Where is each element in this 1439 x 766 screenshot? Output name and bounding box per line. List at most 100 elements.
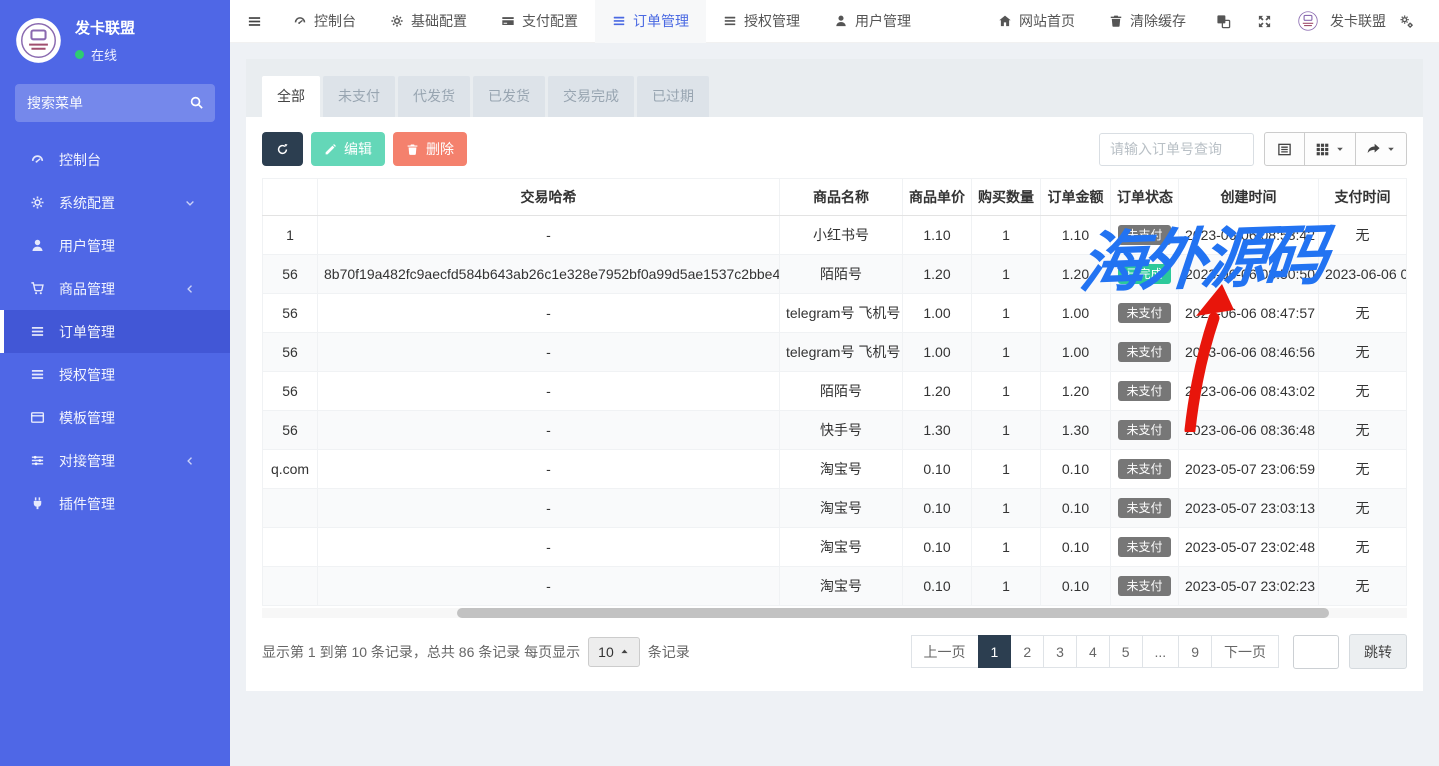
- hamburger-icon[interactable]: [230, 14, 276, 29]
- status-tab[interactable]: 已发货: [473, 76, 545, 117]
- topnav-item[interactable]: 用户管理: [817, 0, 928, 43]
- sidebar-item[interactable]: 插件管理: [0, 482, 230, 525]
- tx-hash-cell: 8b70f19a482fc9aecfd584b643ab26c1e328e795…: [318, 255, 780, 294]
- sidebar-item[interactable]: 对接管理: [0, 439, 230, 482]
- delete-button[interactable]: 删除: [393, 132, 467, 166]
- sidebar-item[interactable]: 模板管理: [0, 396, 230, 439]
- sidebar-search-input[interactable]: [15, 84, 215, 122]
- topnav-item[interactable]: 控制台: [276, 0, 373, 43]
- jump-button[interactable]: 跳转: [1349, 634, 1407, 669]
- sidebar-item-icon: [28, 324, 46, 339]
- clear-cache-button[interactable]: 清除缓存: [1092, 0, 1203, 43]
- page-number-button[interactable]: 3: [1043, 635, 1077, 668]
- topnav-item-icon: [723, 14, 737, 28]
- status-tab[interactable]: 已过期: [637, 76, 709, 117]
- table-row[interactable]: 56 - 陌陌号 1.20 1 1.20 未支付 2023-06-06 08:4…: [263, 372, 1407, 411]
- table-row[interactable]: q.com - 淘宝号 0.10 1 0.10 未支付 2023-05-07 2…: [263, 450, 1407, 489]
- table-header-cell[interactable]: 订单金额: [1041, 179, 1111, 216]
- view-button-group: [1264, 132, 1407, 166]
- sidebar-item[interactable]: 商品管理: [0, 267, 230, 310]
- site-home-link[interactable]: 网站首页: [981, 0, 1092, 43]
- translate-icon[interactable]: [1203, 0, 1244, 43]
- status-tab[interactable]: 代发货: [398, 76, 470, 117]
- status-tabs: 全部 未支付 代发货 已发货 交易完成: [246, 59, 1423, 117]
- username[interactable]: 发卡联盟: [1330, 11, 1386, 31]
- status-tab[interactable]: 交易完成: [548, 76, 634, 117]
- export-button[interactable]: [1355, 132, 1407, 166]
- sidebar-item[interactable]: 控制台: [0, 138, 230, 181]
- unit-price-cell: 1.10: [903, 216, 972, 255]
- prev-page-button[interactable]: 上一页: [911, 635, 979, 668]
- table-row[interactable]: 1 - 小红书号 1.10 1 1.10 未支付 2023-06-06 08:5…: [263, 216, 1407, 255]
- horizontal-scrollbar-thumb[interactable]: [457, 608, 1329, 618]
- per-page-select[interactable]: 10: [588, 637, 640, 667]
- table-row[interactable]: 56 - telegram号 飞机号 1.00 1 1.00 未支付 2023-…: [263, 294, 1407, 333]
- status-cell: 未支付: [1111, 216, 1179, 255]
- edit-button[interactable]: 编辑: [311, 132, 385, 166]
- table-header-cell[interactable]: 购买数量: [972, 179, 1041, 216]
- page-number-button[interactable]: ...: [1142, 635, 1180, 668]
- order-no-cell: q.com: [263, 450, 318, 489]
- table-header-cell[interactable]: 支付时间: [1319, 179, 1407, 216]
- table-header-cell[interactable]: 创建时间: [1179, 179, 1319, 216]
- jump-page-input[interactable]: [1293, 635, 1339, 669]
- fullscreen-icon[interactable]: [1244, 0, 1285, 43]
- table-header-cell[interactable]: 商品单价: [903, 179, 972, 216]
- product-name-cell: 淘宝号: [780, 489, 903, 528]
- topnav-item-icon: [612, 14, 626, 28]
- columns-button[interactable]: [1304, 132, 1356, 166]
- gears-settings-icon[interactable]: [1386, 0, 1427, 43]
- amount-cell: 1.00: [1041, 333, 1111, 372]
- unit-price-cell: 0.10: [903, 489, 972, 528]
- next-page-button[interactable]: 下一页: [1211, 635, 1279, 668]
- refresh-button[interactable]: [262, 132, 303, 166]
- table-row[interactable]: - 淘宝号 0.10 1 0.10 未支付 2023-05-07 23:02:2…: [263, 567, 1407, 606]
- sidebar-item-label: 商品管理: [59, 279, 115, 299]
- page-number-button[interactable]: 2: [1010, 635, 1044, 668]
- page-number-button[interactable]: 1: [978, 635, 1012, 668]
- user-avatar[interactable]: [1295, 8, 1321, 34]
- table-row[interactable]: 56 - telegram号 飞机号 1.00 1 1.00 未支付 2023-…: [263, 333, 1407, 372]
- status-cell: 已完成: [1111, 255, 1179, 294]
- page-number-button[interactable]: 4: [1076, 635, 1110, 668]
- topnav-item[interactable]: 基础配置: [373, 0, 484, 43]
- sidebar-item-label: 控制台: [59, 150, 101, 170]
- topnav-item-icon: [501, 14, 515, 28]
- page-number-button[interactable]: 9: [1178, 635, 1212, 668]
- unit-price-cell: 1.00: [903, 333, 972, 372]
- table-row[interactable]: 56 8b70f19a482fc9aecfd584b643ab26c1e328e…: [263, 255, 1407, 294]
- paid-time-cell: 无: [1319, 567, 1407, 606]
- status-tab[interactable]: 未支付: [323, 76, 395, 117]
- table-row[interactable]: - 淘宝号 0.10 1 0.10 未支付 2023-05-07 23:02:4…: [263, 528, 1407, 567]
- table-row[interactable]: 56 - 快手号 1.30 1 1.30 未支付 2023-06-06 08:3…: [263, 411, 1407, 450]
- order-search-input[interactable]: [1099, 133, 1254, 166]
- page-number-button[interactable]: 5: [1109, 635, 1143, 668]
- sidebar-item[interactable]: 订单管理: [0, 310, 230, 353]
- status-cell: 未支付: [1111, 333, 1179, 372]
- topnav-item[interactable]: 支付配置: [484, 0, 595, 43]
- detail-view-button[interactable]: [1264, 132, 1305, 166]
- sidebar-item[interactable]: 授权管理: [0, 353, 230, 396]
- status-tab[interactable]: 全部: [262, 76, 320, 117]
- quantity-cell: 1: [972, 294, 1041, 333]
- topnav-item[interactable]: 授权管理: [706, 0, 817, 43]
- table-header-cell[interactable]: 交易哈希: [318, 179, 780, 216]
- search-icon[interactable]: [189, 95, 204, 110]
- table-header-cell[interactable]: 商品名称: [780, 179, 903, 216]
- table-header-cell[interactable]: 订单状态: [1111, 179, 1179, 216]
- brand-logo-icon: [15, 17, 62, 64]
- table-row[interactable]: - 淘宝号 0.10 1 0.10 未支付 2023-05-07 23:03:1…: [263, 489, 1407, 528]
- sidebar-item[interactable]: 系统配置: [0, 181, 230, 224]
- order-no-cell: 56: [263, 333, 318, 372]
- table-header-cell[interactable]: [263, 179, 318, 216]
- unit-price-cell: 0.10: [903, 450, 972, 489]
- sidebar-item-label: 插件管理: [59, 494, 115, 514]
- quantity-cell: 1: [972, 216, 1041, 255]
- sidebar-item[interactable]: 用户管理: [0, 224, 230, 267]
- created-time-cell: 2023-06-06 08:46:56: [1179, 333, 1319, 372]
- status-cell: 未支付: [1111, 489, 1179, 528]
- status-cell: 未支付: [1111, 528, 1179, 567]
- topnav-item[interactable]: 订单管理: [595, 0, 706, 43]
- quantity-cell: 1: [972, 372, 1041, 411]
- created-time-cell: 2023-05-07 23:02:23: [1179, 567, 1319, 606]
